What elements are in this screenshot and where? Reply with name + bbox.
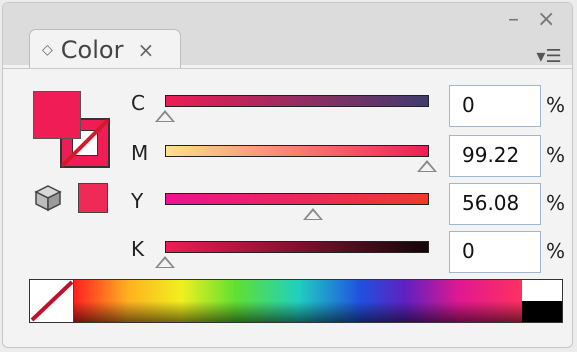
slider-label-y: Y (131, 189, 144, 213)
slider-thumb-c[interactable] (155, 110, 175, 122)
slider-thumb-k[interactable] (155, 256, 175, 268)
percent-unit: % (546, 93, 566, 117)
slider-thumb-y[interactable] (303, 208, 324, 220)
percent-unit: % (546, 191, 566, 215)
slider-track-y[interactable] (165, 193, 429, 205)
out-of-web-gamut-cube-icon[interactable] (33, 183, 63, 213)
none-color-icon[interactable] (30, 280, 74, 322)
panel-menu-icon: ▾☰ (536, 45, 562, 67)
tab-title: Color (60, 35, 124, 64)
slider-row-m: M 99.22% (131, 135, 571, 181)
percent-unit: % (546, 239, 566, 263)
color-panel: – × ◇ Color × ▾☰ C 0% M 99.22% Y 56.08% K 0% (2, 2, 573, 348)
slider-thumb-m[interactable] (416, 160, 437, 172)
fill-swatch[interactable] (33, 91, 81, 139)
divider (3, 68, 572, 69)
close-panel-button[interactable]: × (537, 9, 555, 31)
percent-unit: % (546, 143, 566, 167)
slider-row-y: Y 56.08% (131, 183, 571, 229)
slider-track-m[interactable] (165, 145, 429, 157)
slider-row-k: K 0% (131, 231, 571, 277)
value-field-y[interactable]: 56.08 (449, 183, 541, 225)
tab-color[interactable]: ◇ Color × (29, 29, 181, 69)
slider-label-m: M (131, 141, 149, 165)
minimize-button[interactable]: – (508, 9, 519, 31)
tab-close-icon[interactable]: × (137, 38, 154, 62)
white-black-swatches[interactable] (522, 280, 562, 322)
white-swatch[interactable] (522, 280, 562, 301)
color-spectrum[interactable] (29, 279, 563, 323)
slider-track-c[interactable] (165, 95, 429, 107)
slider-row-c: C 0% (131, 85, 571, 131)
value-field-k[interactable]: 0 (449, 231, 541, 273)
panel-menu-button[interactable]: ▾☰ (532, 43, 566, 69)
fill-stroke-swatches (33, 91, 113, 169)
slider-track-k[interactable] (165, 241, 429, 253)
web-safe-color-swatch[interactable] (78, 183, 108, 213)
value-field-m[interactable]: 99.22 (449, 135, 541, 177)
collapse-icon[interactable]: ◇ (42, 42, 53, 58)
black-swatch[interactable] (522, 301, 562, 322)
spectrum-gradient[interactable] (74, 280, 522, 322)
value-field-c[interactable]: 0 (449, 85, 541, 127)
